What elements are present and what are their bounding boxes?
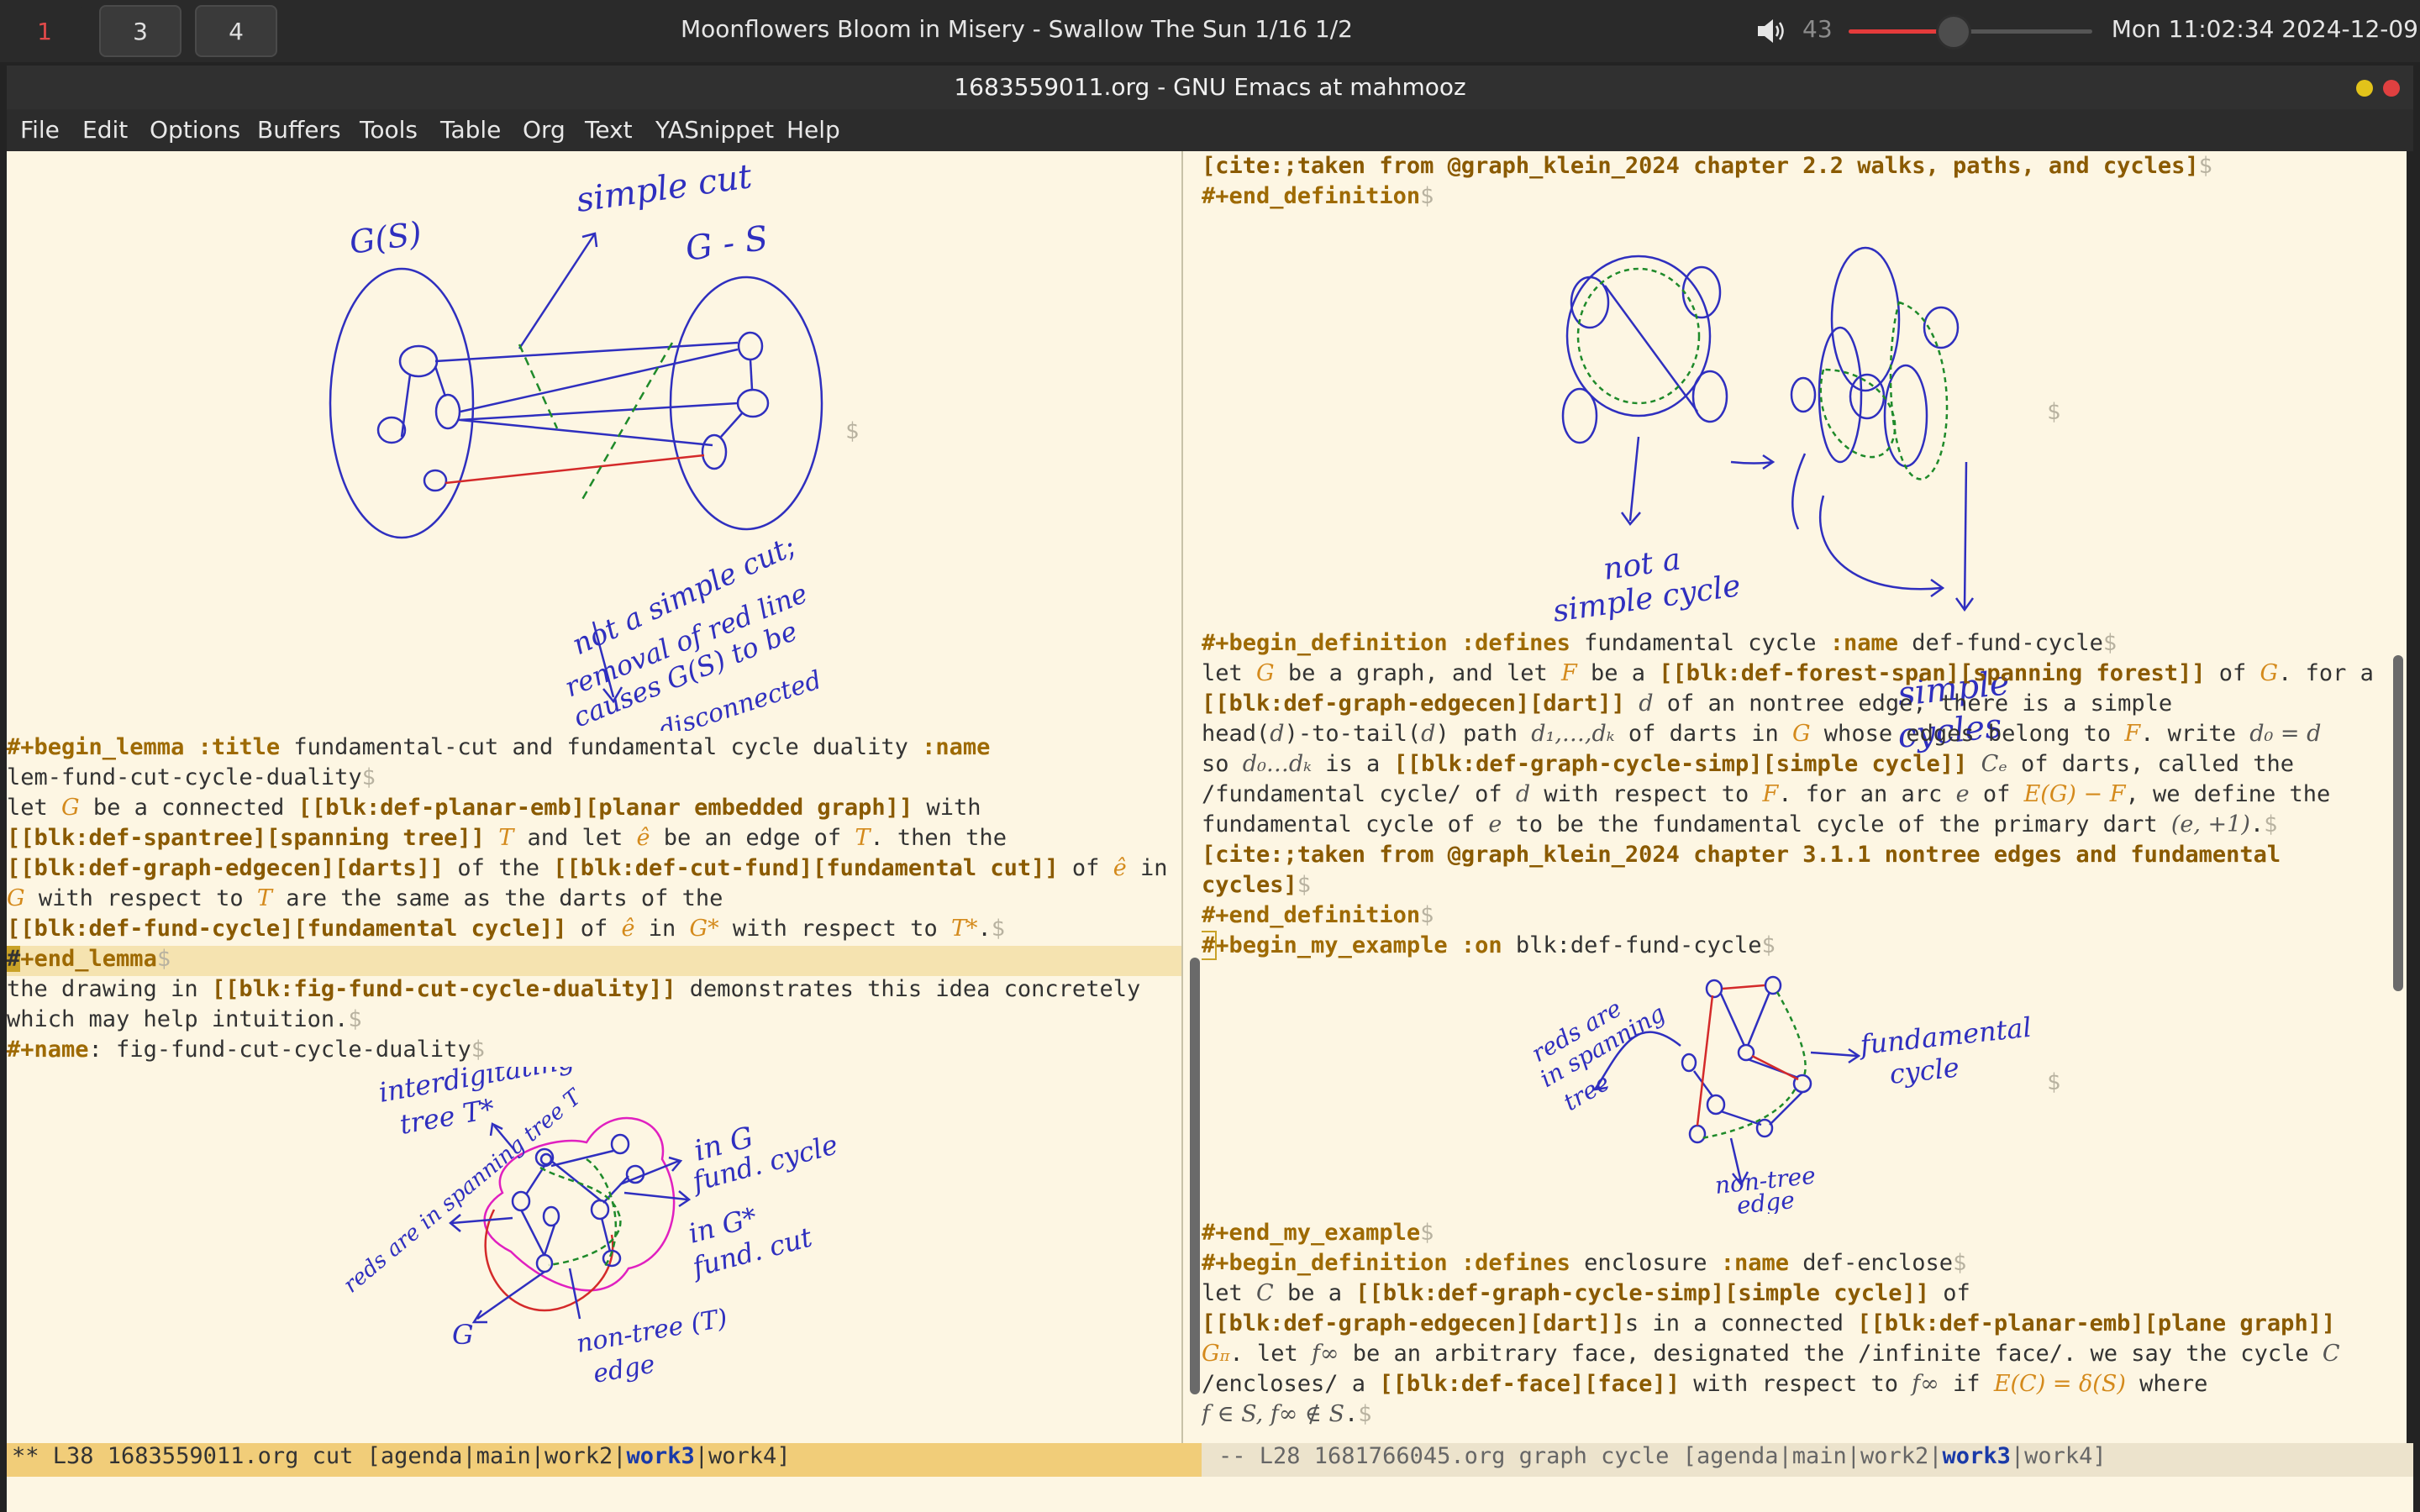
org-line: #+begin_definition :defines enclosure :n… <box>1202 1250 1967 1276</box>
org-line: which may help intuition.$ <box>7 1006 362 1032</box>
right-scrollbar[interactable] <box>2388 151 2407 1443</box>
current-workspace: work3 <box>1942 1443 2011 1469</box>
left-scrollbar-thumb[interactable] <box>1190 958 1200 1394</box>
menu-bar: File Edit Options Buffers Tools Table Or… <box>7 109 2413 151</box>
org-line: cycles]$ <box>1202 872 1312 898</box>
org-link[interactable]: [[blk:def-planar-emb][plane graph]] <box>1857 1310 2335 1336</box>
org-line: fundamental cycle of e to be the fundame… <box>1202 811 2278 837</box>
org-link[interactable]: [[blk:def-graph-edgecen][dart]] <box>1202 690 1625 717</box>
org-line: /encloses/ a [[blk:def-face][face]] with… <box>1202 1371 2208 1397</box>
org-line: #+end_definition$ <box>1202 183 1434 209</box>
org-line: lem-fund-cut-cycle-duality$ <box>7 764 376 790</box>
org-line: f ∈ S, f∞ ∉ S.$ <box>1202 1401 1372 1427</box>
menu-table[interactable]: Table <box>440 116 501 144</box>
menu-options[interactable]: Options <box>150 116 240 144</box>
org-line: [[blk:def-spantree][spanning tree]] T an… <box>7 825 1007 851</box>
org-link[interactable]: [[blk:def-graph-edgecen][dart]] <box>1202 1310 1625 1336</box>
org-line: so d₀…dₖ is a [[blk:def-graph-cycle-simp… <box>1202 751 2295 777</box>
org-line: [[blk:def-graph-edgecen][dart]] d of an … <box>1202 690 2173 717</box>
org-line: let G be a graph, and let F be a [[blk:d… <box>1202 660 2374 686</box>
left-mode-line[interactable]: ** L38 1683559011.org cut [agenda|main|w… <box>7 1443 1202 1477</box>
menu-org[interactable]: Org <box>523 116 566 144</box>
org-link[interactable]: [[blk:fig-fund-cut-cycle-duality]] <box>212 976 676 1002</box>
cut-sketch-drawing: G(S) simple cut G - S not a simple cut; … <box>329 160 825 731</box>
menu-help[interactable]: Help <box>786 116 840 144</box>
speaker-icon[interactable] <box>1756 17 1786 45</box>
workspace-button-4[interactable]: 4 <box>195 5 277 57</box>
duality-sketch-drawing: interdigitating tree T* in G fund. cycle… <box>339 1067 841 1389</box>
right-mode-line[interactable]: -- L28 1681766045.org graph cycle [agend… <box>1202 1443 2413 1477</box>
volume-slider[interactable] <box>1849 14 2092 50</box>
menu-edit[interactable]: Edit <box>82 116 128 144</box>
org-line: [[blk:def-fund-cycle][fundamental cycle]… <box>7 916 1005 942</box>
menu-buffers[interactable]: Buffers <box>257 116 341 144</box>
org-link[interactable]: [[blk:def-spantree][spanning tree]] <box>7 825 485 851</box>
clock: Mon 11:02:34 2024-12-09 <box>2111 15 2418 43</box>
citation[interactable]: [cite:;taken from @graph_klein_2024 chap… <box>1202 153 2199 179</box>
current-line: #+end_lemma$ <box>7 946 1181 976</box>
org-line: #+begin_my_example :on blk:def-fund-cycl… <box>1202 931 1776 960</box>
close-button[interactable] <box>2383 80 2400 97</box>
menu-tools[interactable]: Tools <box>360 116 418 144</box>
org-line: [cite:;taken from @graph_klein_2024 chap… <box>1202 842 2281 872</box>
org-line: the drawing in [[blk:fig-fund-cut-cycle-… <box>7 976 1141 1002</box>
org-link[interactable]: [[blk:def-graph-cycle-simp][simple cycle… <box>1394 751 1968 777</box>
text-cursor: # <box>7 946 21 972</box>
org-line: let C be a [[blk:def-graph-cycle-simp][s… <box>1202 1280 1970 1306</box>
org-line: #+name: fig-fund-cut-cycle-duality$ <box>7 1037 485 1063</box>
org-line: [[blk:def-graph-edgecen][dart]]s in a co… <box>1202 1310 2336 1336</box>
volume-level: 43 <box>1802 15 1833 43</box>
org-link[interactable]: [[blk:def-graph-cycle-simp][simple cycle… <box>1355 1280 1929 1306</box>
workspace-button-1[interactable]: 1 <box>3 5 86 57</box>
org-line: let G be a connected [[blk:def-planar-em… <box>7 795 981 821</box>
echo-area[interactable] <box>7 1477 2413 1512</box>
org-line: [[blk:def-graph-edgecen][darts]] of the … <box>7 855 1168 881</box>
window-title: 1683559011.org - GNU Emacs at mahmooz <box>954 73 1466 101</box>
menu-yasnippet[interactable]: YASnippet <box>655 116 774 144</box>
now-playing-title[interactable]: Moonflowers Bloom in Misery - Swallow Th… <box>538 15 1496 43</box>
org-line: head(d)-to-tail(d) path d₁,…,dₖ of darts… <box>1202 721 2322 747</box>
org-link[interactable]: [[blk:def-graph-edgecen][darts]] <box>7 855 444 881</box>
org-link[interactable]: [[blk:def-forest-span][spanning forest]] <box>1659 660 2205 686</box>
org-line: G with respect to T are the same as the … <box>7 885 723 911</box>
volume-slider-knob[interactable] <box>1935 14 1971 50</box>
sketch2-label-edge: edge <box>591 1350 657 1389</box>
org-line: #+begin_definition :defines fundamental … <box>1202 630 2118 656</box>
example-label-cycle: cycle <box>1888 1051 1961 1089</box>
left-editor-buffer[interactable]: G(S) simple cut G - S not a simple cut; … <box>7 151 1181 1443</box>
sketch-label-gs: G(S) <box>347 214 424 261</box>
minimize-button[interactable] <box>2356 80 2373 97</box>
org-link[interactable]: [[blk:def-face][face]] <box>1379 1371 1680 1397</box>
org-line: /fundamental cycle/ of d with respect to… <box>1202 781 2331 807</box>
sketch-label-g-minus-s: G - S <box>683 219 771 269</box>
fund-cycle-example-drawing: reds are in spanning tree fundamental cy… <box>1527 975 2033 1214</box>
text-cursor: # <box>1202 931 1218 960</box>
left-scrollbar[interactable] <box>1181 151 1202 1443</box>
org-link[interactable]: [[blk:def-fund-cycle][fundamental cycle]… <box>7 916 566 942</box>
org-line: #+end_definition$ <box>1202 902 1434 928</box>
menu-file[interactable]: File <box>20 116 60 144</box>
window-frame-edge <box>2407 151 2413 1443</box>
current-workspace: work3 <box>626 1443 695 1469</box>
org-line: Gπ. let f∞ be an arbitrary face, designa… <box>1202 1341 2340 1367</box>
citation[interactable]: [cite:;taken from @graph_klein_2024 chap… <box>1202 842 2281 868</box>
window-title-bar[interactable]: 1683559011.org - GNU Emacs at mahmooz <box>7 66 2413 109</box>
sketch-label-simple-cut: simple cut <box>574 160 755 220</box>
right-scrollbar-thumb[interactable] <box>2393 655 2403 991</box>
workspace-button-3[interactable]: 3 <box>99 5 182 57</box>
menu-text[interactable]: Text <box>585 116 633 144</box>
org-line: #+end_my_example$ <box>1202 1220 1434 1246</box>
system-top-bar: 1 3 4 Moonflowers Bloom in Misery - Swal… <box>0 0 2420 62</box>
sketch2-label-g: G <box>452 1319 474 1351</box>
org-line: [cite:;taken from @graph_klein_2024 chap… <box>1202 153 2212 179</box>
org-link[interactable]: [[blk:def-cut-fund][fundamental cut]] <box>553 855 1058 881</box>
org-link[interactable]: [[blk:def-planar-emb][planar embedded gr… <box>298 795 913 821</box>
org-line: #+begin_lemma :title fundamental-cut and… <box>7 734 991 760</box>
right-editor-buffer[interactable]: [cite:;taken from @graph_klein_2024 chap… <box>1202 151 2388 1443</box>
